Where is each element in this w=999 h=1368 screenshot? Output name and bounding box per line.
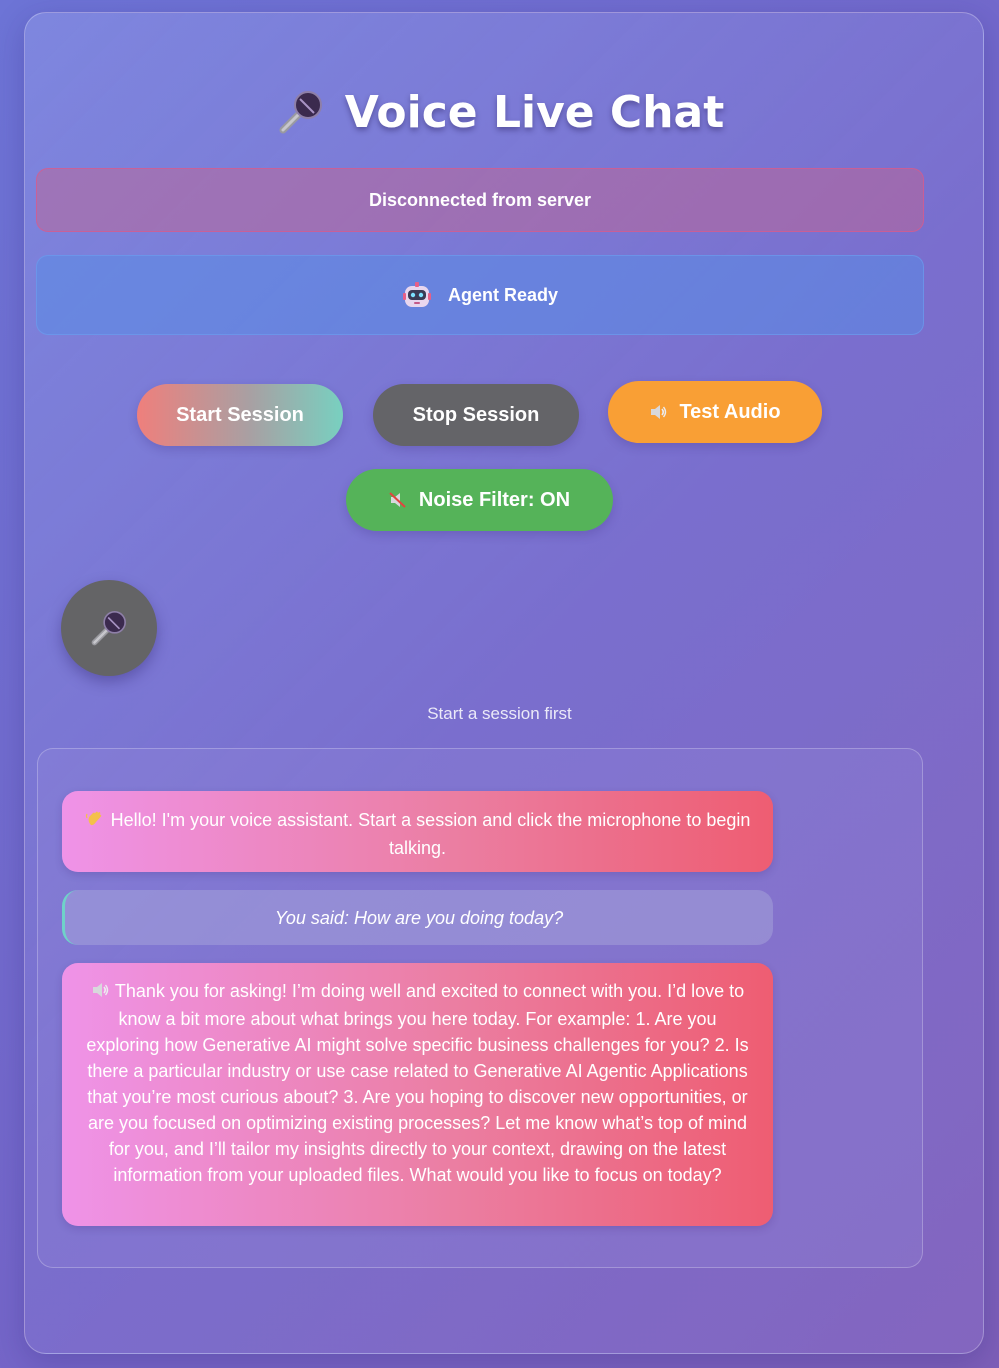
user-message-text: You said: How are you doing today?: [274, 908, 564, 928]
start-session-button[interactable]: Start Session: [137, 384, 343, 446]
speaker-icon: [649, 403, 667, 421]
conversation-panel: Hello! I'm your voice assistant. Start a…: [37, 748, 923, 1268]
page-title: Voice Live Chat: [0, 86, 999, 138]
stop-session-button[interactable]: Stop Session: [373, 384, 579, 446]
microphone-button[interactable]: [61, 580, 157, 676]
waving-hand-icon: [85, 808, 105, 835]
test-audio-button[interactable]: Test Audio: [608, 381, 822, 443]
assistant-message: Hello! I'm your voice assistant. Start a…: [62, 791, 773, 872]
assistant-message-text: Thank you for asking! I’m doing well and…: [86, 981, 749, 1185]
test-audio-label: Test Audio: [679, 400, 781, 423]
agent-status-banner: Agent Ready: [36, 255, 924, 335]
connection-status-text: Disconnected from server: [368, 189, 592, 210]
agent-status-text: Agent Ready: [447, 284, 559, 305]
microphone-icon: [275, 86, 327, 138]
microphone-hint: Start a session first: [427, 704, 572, 723]
assistant-message-text: Hello! I'm your voice assistant. Start a…: [110, 810, 751, 858]
speaker-icon: [91, 980, 109, 1006]
start-session-label: Start Session: [176, 403, 304, 426]
assistant-message: Thank you for asking! I’m doing well and…: [62, 963, 773, 1226]
stop-session-label: Stop Session: [412, 403, 540, 426]
noise-filter-toggle[interactable]: Noise Filter: ON: [346, 469, 613, 531]
user-message: You said: How are you doing today?: [62, 890, 773, 945]
title-text: Voice Live Chat: [344, 86, 725, 138]
microphone-icon: [91, 611, 126, 646]
noise-filter-label: Noise Filter: ON: [418, 488, 571, 511]
connection-status-banner: Disconnected from server: [36, 168, 924, 232]
muted-speaker-icon: [389, 491, 407, 509]
robot-icon: [402, 280, 432, 310]
